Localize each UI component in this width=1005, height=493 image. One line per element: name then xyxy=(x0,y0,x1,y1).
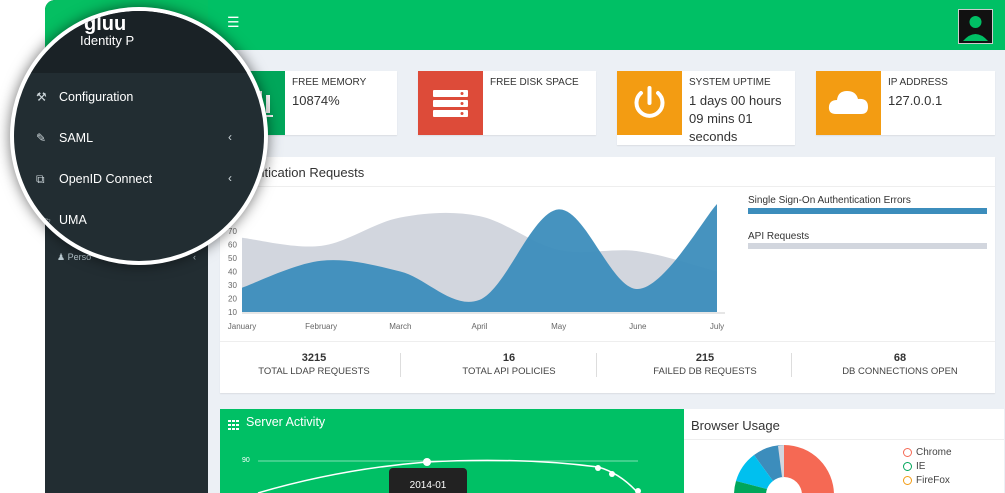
server-icon xyxy=(418,71,483,135)
legend-label: Chrome xyxy=(916,447,952,458)
x-tick-label: June xyxy=(629,322,647,331)
x-tick-label: March xyxy=(389,322,411,331)
menu-item-label: UMA xyxy=(59,213,87,227)
divider xyxy=(791,353,792,377)
stat-failed-db: 215 FAILED DB REQUESTS xyxy=(615,352,795,377)
legend-label-api-requests: API Requests xyxy=(748,231,810,242)
browser-donut-chart xyxy=(734,445,834,493)
stat-label: TOTAL LDAP REQUESTS xyxy=(258,366,370,377)
legend-label: FireFox xyxy=(916,475,950,486)
legend-bar-sso-errors xyxy=(748,208,987,214)
x-tick-label: May xyxy=(551,322,566,331)
panel-title: Browser Usage xyxy=(691,418,780,433)
info-box-value: 127.0.0.1 xyxy=(888,93,943,108)
x-tick-label: April xyxy=(471,322,487,331)
y-tick-label: 10 xyxy=(228,308,237,317)
info-box-value: 10874% xyxy=(292,93,340,108)
legend-bar-api-requests xyxy=(748,243,987,249)
menu-item-saml[interactable]: ✎ SAML ‹ xyxy=(14,120,264,156)
x-tick-label: July xyxy=(710,322,724,331)
cloud-icon xyxy=(816,71,881,135)
stat-api-policies: 16 TOTAL API POLICIES xyxy=(419,352,599,377)
x-tick-label: January xyxy=(228,322,256,331)
chevron-left-icon: ‹ xyxy=(193,252,196,262)
stat-label: TOTAL API POLICIES xyxy=(462,366,556,377)
top-navbar xyxy=(208,0,1005,50)
info-box-value: 1 days 00 hours 09 mins 01 seconds xyxy=(689,93,782,144)
legend-item-firefox: FireFox xyxy=(903,475,950,486)
legend-label-sso-errors: Single Sign-On Authentication Errors xyxy=(748,195,911,206)
info-box-label: IP ADDRESS xyxy=(888,77,948,88)
auth-area-chart: 102030405060708090JanuaryFebruaryMarchAp… xyxy=(228,200,725,331)
legend-item-ie: IE xyxy=(903,461,925,472)
logo-subtitle: Identity P xyxy=(80,33,135,48)
stat-ldap-requests: 3215 TOTAL LDAP REQUESTS xyxy=(224,352,404,377)
user-avatar[interactable] xyxy=(958,9,993,44)
menu-item-label: OpenID Connect xyxy=(59,172,153,186)
user-icon: ♟ xyxy=(57,252,66,262)
auth-requests-panel: uthentication Requests 10203040506070809… xyxy=(220,157,995,393)
info-box-ip: IP ADDRESS 127.0.0.1 xyxy=(816,71,995,135)
tooltip-label: 2014-01 xyxy=(409,480,447,491)
folder-open-icon: 🗁 xyxy=(36,215,51,229)
y-tick-label: 60 xyxy=(228,241,237,250)
stat-value: 3215 xyxy=(301,352,327,364)
stat-label: DB CONNECTIONS OPEN xyxy=(842,366,958,377)
divider xyxy=(220,341,995,342)
server-activity-panel: Server Activity 90 2014-01 xyxy=(220,409,691,493)
circle-icon xyxy=(903,475,912,485)
menu-item-configuration[interactable]: ⚒ Configuration xyxy=(14,79,264,115)
y-tick-label: 20 xyxy=(228,295,237,304)
magnified-brand: gluu Identity P xyxy=(14,11,264,73)
legend-label: IE xyxy=(916,461,926,472)
stat-value: 215 xyxy=(695,352,715,364)
external-link-icon: ⧉ xyxy=(36,172,45,186)
chevron-left-icon: ‹ xyxy=(228,171,232,185)
circle-icon xyxy=(903,461,912,471)
info-box-uptime: SYSTEM UPTIME 1 days 00 hours 09 mins 01… xyxy=(617,71,795,145)
info-box-label: FREE DISK SPACE xyxy=(490,77,579,88)
menu-item-openid-connect[interactable]: ⧉ OpenID Connect ‹ xyxy=(14,161,264,197)
menu-item-label: SAML xyxy=(59,131,94,145)
divider xyxy=(596,353,597,377)
divider xyxy=(400,353,401,377)
legend-item-chrome: Chrome xyxy=(903,447,952,458)
x-tick-label: February xyxy=(305,322,337,331)
chevron-left-icon: ‹ xyxy=(228,130,232,144)
stat-value: 16 xyxy=(502,352,516,364)
menu-item-label: Configuration xyxy=(59,90,134,104)
info-box-disk: FREE DISK SPACE xyxy=(418,71,596,135)
info-box-label: FREE MEMORY xyxy=(292,77,367,88)
browser-usage-panel: Browser Usage Chrome IE FireFox xyxy=(684,409,1004,493)
y-tick-label: 40 xyxy=(228,268,237,277)
stat-value: 68 xyxy=(893,352,907,364)
y-tick-label: 50 xyxy=(228,254,237,263)
y-tick-label: 30 xyxy=(228,281,237,290)
divider xyxy=(684,439,1004,440)
info-box-label: SYSTEM UPTIME xyxy=(689,77,771,88)
stat-db-connections: 68 DB CONNECTIONS OPEN xyxy=(810,352,990,377)
stat-label: FAILED DB REQUESTS xyxy=(653,366,757,377)
circle-icon xyxy=(903,447,912,457)
menu-item-uma[interactable]: 🗁 UMA xyxy=(14,202,264,238)
magnifier-callout: gluu Identity P ⚒ Configuration ✎ SAML ‹… xyxy=(10,7,268,265)
edit-icon: ✎ xyxy=(36,131,47,145)
wrench-icon: ⚒ xyxy=(36,90,47,104)
power-icon xyxy=(617,71,682,135)
